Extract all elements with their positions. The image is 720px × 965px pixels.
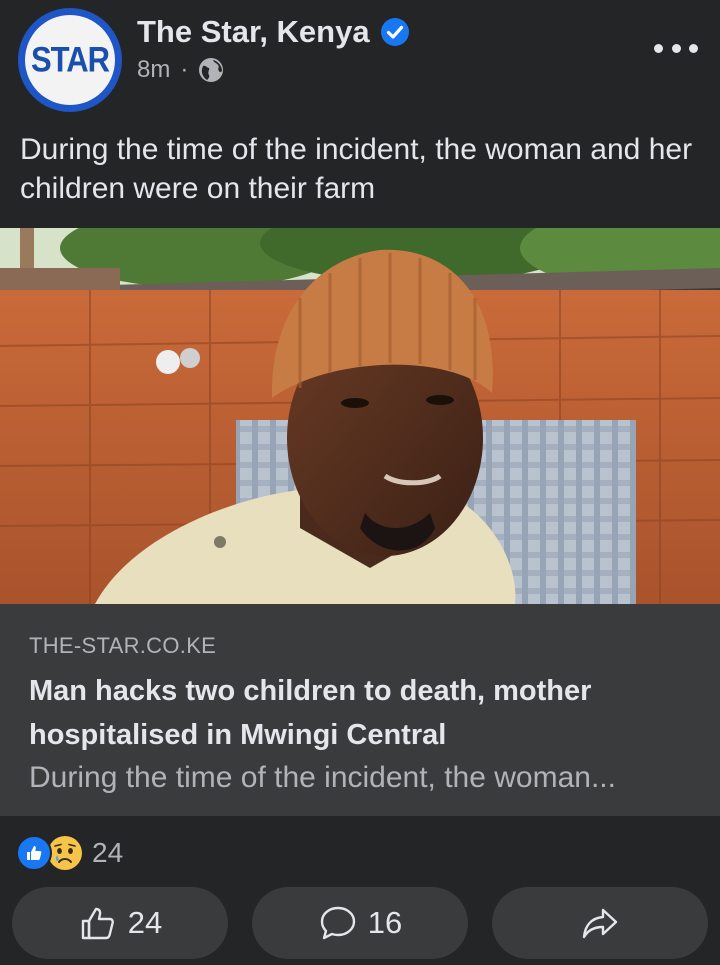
reactions-summary[interactable]: 24	[16, 834, 123, 872]
more-options-button[interactable]	[654, 36, 698, 60]
link-preview-card[interactable]: THE-STAR.CO.KE Man hacks two children to…	[0, 228, 720, 816]
like-reaction-icon	[16, 835, 52, 871]
page-avatar[interactable]: STAR	[18, 8, 122, 112]
post-header: STAR The Star, Kenya 8m ·	[0, 0, 720, 118]
comment-icon	[318, 903, 358, 943]
like-count: 24	[127, 905, 163, 940]
star-logo: STAR	[30, 39, 110, 80]
like-button[interactable]: 24	[12, 887, 228, 959]
dot-icon	[689, 43, 698, 53]
verified-badge-icon	[380, 17, 410, 47]
globe-icon	[198, 57, 224, 83]
comment-count: 16	[367, 905, 403, 940]
share-icon	[580, 903, 620, 943]
link-domain: THE-STAR.CO.KE	[29, 633, 217, 658]
article-photo	[0, 228, 720, 604]
post-action-bar: 24 16	[12, 887, 708, 959]
post-caption: During the time of the incident, the wom…	[20, 133, 693, 205]
page-name[interactable]: The Star, Kenya	[137, 14, 370, 50]
post-timestamp[interactable]: 8m	[137, 56, 170, 84]
reaction-count: 24	[92, 837, 124, 868]
meta-separator: ·	[180, 56, 189, 83]
post-meta: 8m ·	[137, 56, 224, 84]
comment-button[interactable]: 16	[252, 887, 468, 959]
dot-icon	[654, 43, 663, 53]
like-icon	[78, 903, 118, 943]
link-title[interactable]: Man hacks two children to death, mother …	[29, 669, 699, 757]
share-button[interactable]	[492, 887, 708, 959]
dot-icon	[671, 43, 681, 53]
link-description: During the time of the incident, the wom…	[29, 761, 616, 794]
